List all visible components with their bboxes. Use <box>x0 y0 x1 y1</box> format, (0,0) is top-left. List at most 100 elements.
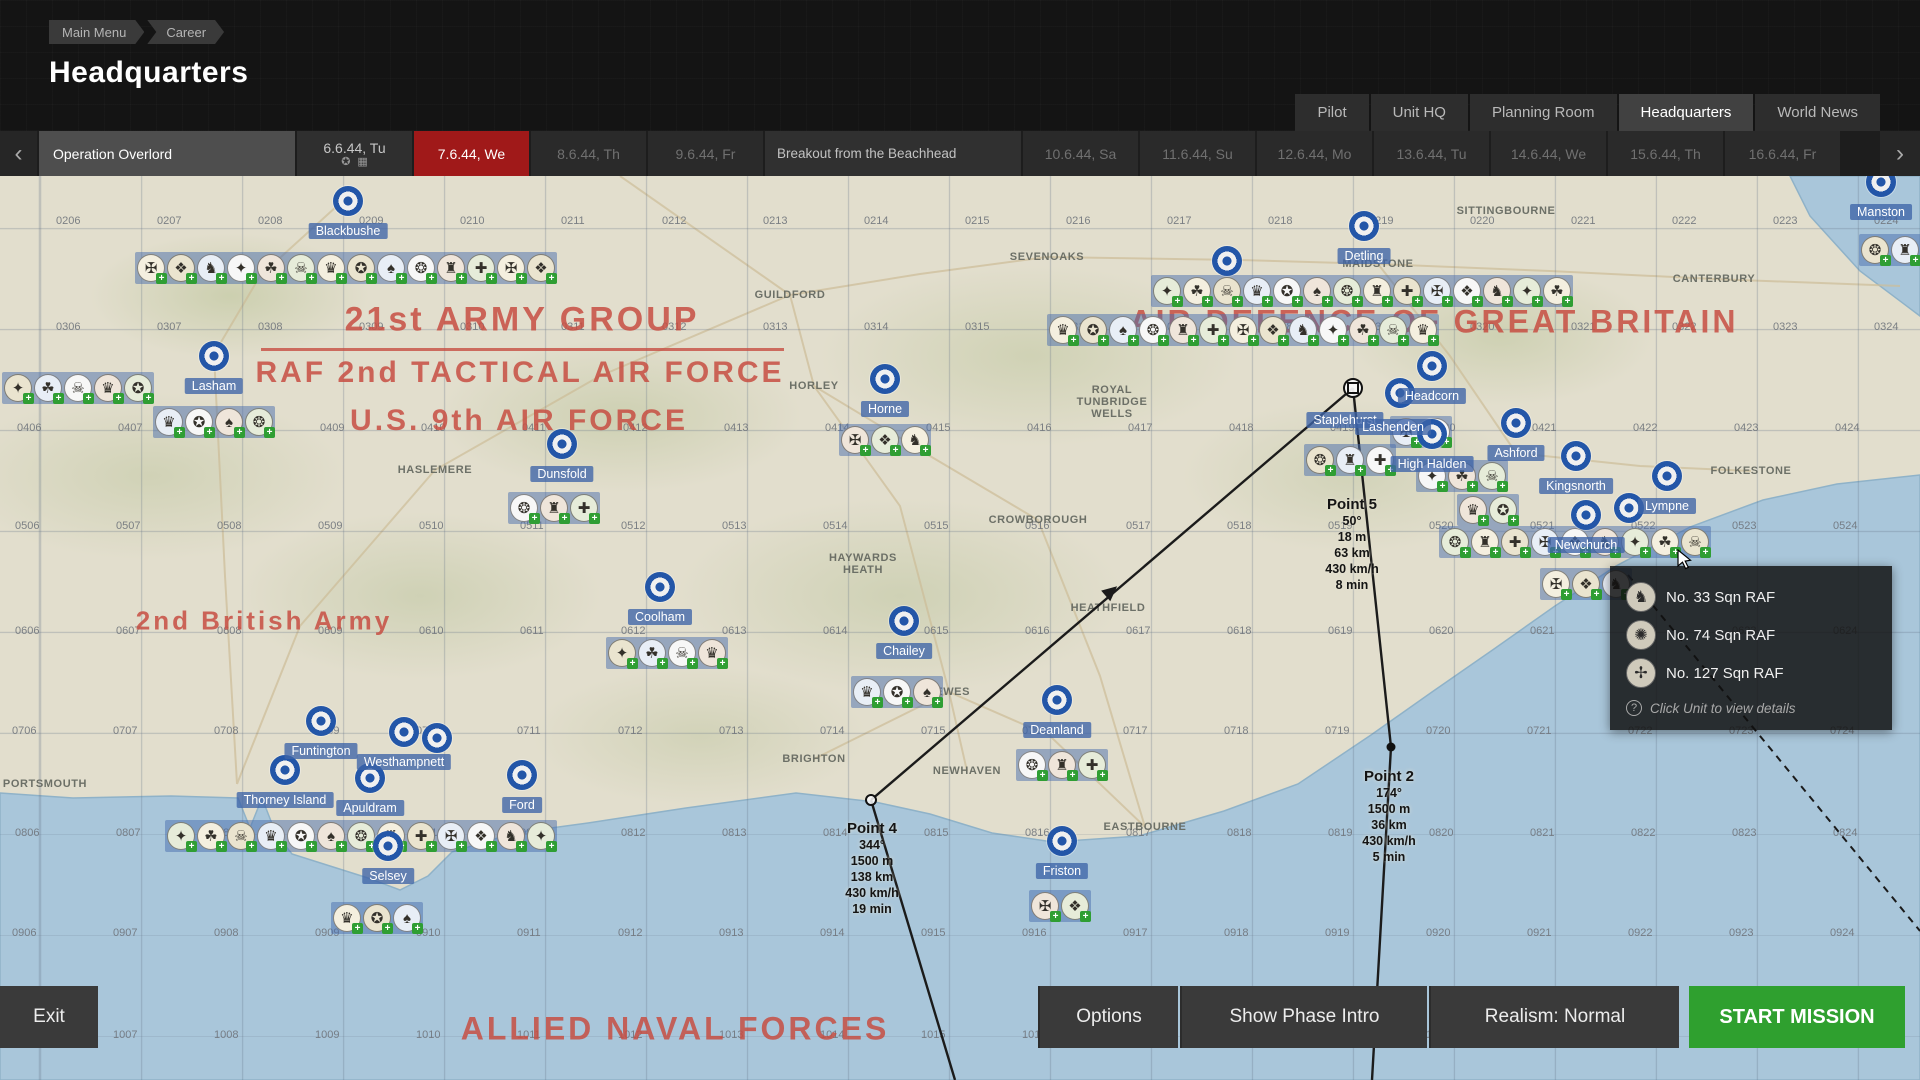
squadron-emblem-icon[interactable]: ✚+ <box>1078 751 1106 779</box>
squadron-emblem-icon[interactable]: ♜+ <box>1891 236 1919 264</box>
waypoint-marker-point-4[interactable] <box>865 794 877 806</box>
options-button[interactable]: Options <box>1038 986 1178 1048</box>
squadron-emblem-icon[interactable]: ♠+ <box>1303 277 1331 305</box>
airfield-roundel-icon[interactable] <box>270 755 300 785</box>
squadron-emblem-icon[interactable]: ✚+ <box>1501 528 1529 556</box>
squadron-emblem-icon[interactable]: ♜+ <box>1048 751 1076 779</box>
squadron-emblem-icon[interactable]: ♜+ <box>437 254 465 282</box>
squadron-emblem-icon[interactable]: ☘+ <box>1651 528 1679 556</box>
date-tab-10-6-44-sa[interactable]: 10.6.44, Sa <box>1023 131 1138 176</box>
airfield-roundel-icon[interactable] <box>389 717 419 747</box>
airfield-label-newchurch[interactable]: Newchurch <box>1548 537 1625 553</box>
squadron-emblem-icon[interactable]: ☠+ <box>227 822 255 850</box>
squadron-emblem-icon[interactable]: ✠+ <box>1542 570 1570 598</box>
squadron-emblem-icon[interactable]: ✦+ <box>1621 528 1649 556</box>
date-tab-9-6-44-fr[interactable]: 9.6.44, Fr <box>648 131 763 176</box>
squadron-emblem-icon[interactable]: ❂+ <box>1861 236 1889 264</box>
squadron-emblem-icon[interactable]: ♜+ <box>1336 446 1364 474</box>
phase-tab-breakout-from-the-beachhead[interactable]: Breakout from the Beachhead <box>765 131 1021 176</box>
squadron-emblem-icon[interactable]: ❂+ <box>407 254 435 282</box>
airfield-roundel-icon[interactable] <box>306 706 336 736</box>
start-mission-button[interactable]: START MISSION <box>1689 986 1905 1048</box>
squadron-emblem-icon[interactable]: ✦+ <box>167 822 195 850</box>
squadron-emblem-icon[interactable]: ✪+ <box>124 374 152 402</box>
airfield-roundel-icon[interactable] <box>1571 500 1601 530</box>
squadron-emblem-icon[interactable]: ❂+ <box>1333 277 1361 305</box>
squadron-emblem-icon[interactable]: ✦+ <box>227 254 255 282</box>
squadron-emblem-icon[interactable]: ❂+ <box>1018 751 1046 779</box>
phase-tab-operation-overlord[interactable]: Operation Overlord <box>39 131 295 176</box>
squadron-emblem-icon[interactable]: ❖+ <box>1061 892 1089 920</box>
squadron-emblem-icon[interactable]: ☠+ <box>668 639 696 667</box>
airfield-label-lasham[interactable]: Lasham <box>185 378 243 394</box>
squadron-emblem-icon[interactable]: ✠+ <box>841 426 869 454</box>
squadron-emblem-icon[interactable]: ☘+ <box>257 254 285 282</box>
squadron-emblem-icon[interactable]: ✪+ <box>1273 277 1301 305</box>
squadron-emblem-icon[interactable]: ✦+ <box>1153 277 1181 305</box>
squadron-emblem-icon[interactable]: ✚+ <box>407 822 435 850</box>
airfield-roundel-icon[interactable] <box>870 364 900 394</box>
squadron-emblem-icon[interactable]: ♛+ <box>698 639 726 667</box>
airfield-label-detling[interactable]: Detling <box>1338 248 1391 264</box>
airfield-roundel-icon[interactable] <box>1047 826 1077 856</box>
breadcrumb-item-career[interactable]: Career <box>147 20 224 44</box>
squadron-emblem-icon[interactable]: ✚+ <box>1393 277 1421 305</box>
airfield-label-coolham[interactable]: Coolham <box>628 609 692 625</box>
date-tab-16-6-44-fr[interactable]: 16.6.44, Fr <box>1725 131 1840 176</box>
airfield-label-westhampnett[interactable]: Westhampnett <box>357 754 451 770</box>
squadron-emblem-icon[interactable]: ✪+ <box>363 904 391 932</box>
airfield-label-blackbushe[interactable]: Blackbushe <box>309 223 388 239</box>
squadron-emblem-icon[interactable]: ✪+ <box>1079 316 1107 344</box>
date-tab-7-6-44-we[interactable]: 7.6.44, We <box>414 131 529 176</box>
airfield-label-manston[interactable]: Manston <box>1850 204 1912 220</box>
squadron-emblem-icon[interactable]: ♛+ <box>1459 496 1487 524</box>
squadron-emblem-icon[interactable]: ❖+ <box>1572 570 1600 598</box>
squadron-emblem-icon[interactable]: ☘+ <box>1349 316 1377 344</box>
timeline-next-arrow[interactable]: › <box>1880 131 1920 176</box>
squadron-emblem-icon[interactable]: ☠+ <box>287 254 315 282</box>
airfield-label-headcorn[interactable]: Headcorn <box>1398 388 1466 404</box>
squadron-emblem-icon[interactable]: ✪+ <box>1489 496 1517 524</box>
squadron-emblem-icon[interactable]: ☘+ <box>638 639 666 667</box>
date-tab-13-6-44-tu[interactable]: 13.6.44, Tu <box>1374 131 1489 176</box>
airfield-label-lashenden[interactable]: Lashenden <box>1355 419 1431 435</box>
squadron-emblem-icon[interactable]: ❂+ <box>1139 316 1167 344</box>
airfield-roundel-icon[interactable] <box>547 429 577 459</box>
squadron-emblem-icon[interactable]: ☘+ <box>197 822 225 850</box>
squadron-emblem-icon[interactable]: ❖+ <box>527 254 555 282</box>
airfield-roundel-icon[interactable] <box>889 606 919 636</box>
airfield-roundel-icon[interactable] <box>1212 246 1242 276</box>
airfield-label-funtington[interactable]: Funtington <box>284 743 357 759</box>
airfield-roundel-icon[interactable] <box>1652 461 1682 491</box>
tooltip-unit-row[interactable]: ✺No. 74 Sqn RAF <box>1626 620 1876 650</box>
squadron-emblem-icon[interactable]: ☘+ <box>34 374 62 402</box>
airfield-roundel-icon[interactable] <box>333 186 363 216</box>
squadron-emblem-icon[interactable]: ✠+ <box>1423 277 1451 305</box>
squadron-emblem-icon[interactable]: ✠+ <box>437 822 465 850</box>
airfield-roundel-icon[interactable] <box>373 831 403 861</box>
squadron-emblem-icon[interactable]: ✠+ <box>1229 316 1257 344</box>
squadron-emblem-icon[interactable]: ♜+ <box>1471 528 1499 556</box>
squadron-emblem-icon[interactable]: ☠+ <box>1379 316 1407 344</box>
date-tab-11-6-44-su[interactable]: 11.6.44, Su <box>1140 131 1255 176</box>
squadron-emblem-icon[interactable]: ♞+ <box>901 426 929 454</box>
squadron-emblem-icon[interactable]: ♠+ <box>215 408 243 436</box>
airfield-roundel-icon[interactable] <box>422 723 452 753</box>
airfield-roundel-icon[interactable] <box>199 341 229 371</box>
squadron-emblem-icon[interactable]: ❖+ <box>1453 277 1481 305</box>
date-tab-12-6-44-mo[interactable]: 12.6.44, Mo <box>1257 131 1372 176</box>
tab-world-news[interactable]: World News <box>1755 94 1880 131</box>
date-tab-15-6-44-th[interactable]: 15.6.44, Th <box>1608 131 1723 176</box>
squadron-emblem-icon[interactable]: ♜+ <box>540 494 568 522</box>
airfield-roundel-icon[interactable] <box>507 760 537 790</box>
squadron-emblem-icon[interactable]: ☠+ <box>64 374 92 402</box>
squadron-emblem-icon[interactable]: ♛+ <box>155 408 183 436</box>
squadron-emblem-icon[interactable]: ☠+ <box>1681 528 1709 556</box>
squadron-emblem-icon[interactable]: ♞+ <box>1289 316 1317 344</box>
realism-button[interactable]: Realism: Normal <box>1429 986 1679 1048</box>
airfield-label-ford[interactable]: Ford <box>502 797 542 813</box>
squadron-emblem-icon[interactable]: ❂+ <box>1306 446 1334 474</box>
squadron-emblem-icon[interactable]: ♛+ <box>333 904 361 932</box>
squadron-emblem-icon[interactable]: ❖+ <box>1259 316 1287 344</box>
date-tab-14-6-44-we[interactable]: 14.6.44, We <box>1491 131 1606 176</box>
